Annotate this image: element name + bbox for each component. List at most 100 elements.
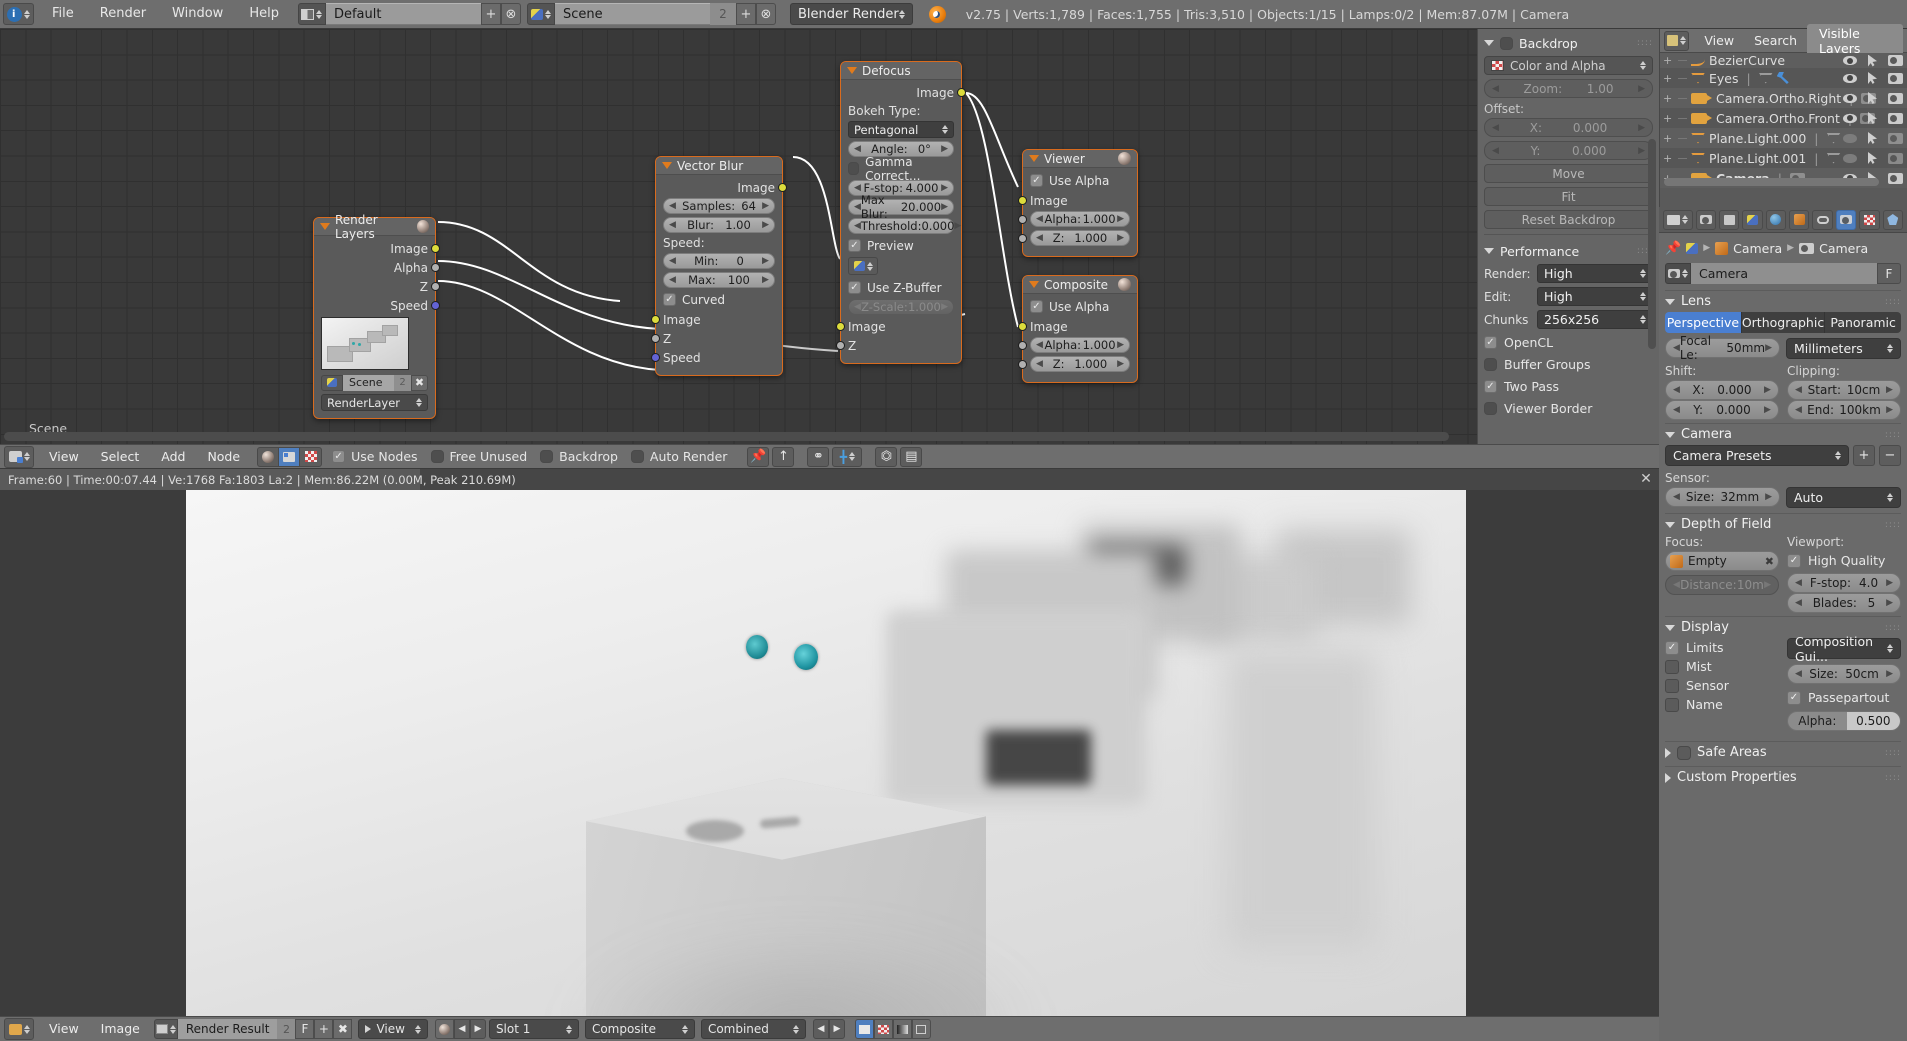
selectability-icon[interactable] (1868, 54, 1877, 67)
checkbox-icon[interactable]: ✓ (1030, 300, 1043, 313)
scene-icon[interactable] (1686, 242, 1699, 254)
node-scene-selector[interactable]: Scene 2 ✖ (321, 374, 428, 391)
panel-header-performance[interactable]: Performance :::: (1484, 241, 1653, 261)
socket-alpha-in[interactable] (1018, 341, 1027, 350)
tab-render-layers[interactable] (1718, 209, 1740, 230)
renderability-icon[interactable] (1888, 172, 1903, 184)
increment-arrow-icon[interactable]: ▶ (1886, 598, 1893, 608)
field-passepartout-alpha[interactable]: Alpha: 0.500 (1787, 711, 1901, 731)
chunks-dropdown[interactable]: 256x256 (1537, 310, 1653, 329)
field-z[interactable]: ◀ Z: 1.000 ▶ (1030, 356, 1130, 372)
increment-arrow-icon[interactable]: ▶ (1117, 233, 1124, 243)
decrement-arrow-icon[interactable]: ◀ (669, 201, 676, 211)
field-clip-end[interactable]: ◀ End: 100km ▶ (1787, 400, 1901, 420)
decrement-arrow-icon[interactable]: ◀ (854, 144, 861, 154)
screen-layout-selector[interactable]: Default + ⊗ (297, 3, 521, 25)
panel-header-lens[interactable]: Lens :::: (1665, 290, 1901, 312)
texture-nodes-icon[interactable] (300, 448, 321, 466)
node-header[interactable]: Viewer (1023, 150, 1137, 168)
tab-texture[interactable] (1859, 209, 1880, 230)
checkbox-buffer-groups[interactable]: Buffer Groups (1484, 355, 1653, 373)
blender-menu-button[interactable]: i (3, 3, 34, 25)
dof-focus-object-field[interactable]: Empty ✖ (1665, 551, 1779, 571)
field-sensor-size[interactable]: ◀ Size: 32mm ▶ (1665, 487, 1780, 507)
increment-arrow-icon[interactable]: ▶ (1117, 214, 1124, 224)
collapse-triangle-icon[interactable] (662, 162, 672, 169)
outliner-horizontal-scrollbar[interactable] (1664, 178, 1879, 186)
decrement-arrow-icon[interactable]: ◀ (1795, 405, 1802, 415)
breadcrumb-object[interactable]: Camera (1733, 241, 1782, 256)
image-name[interactable]: Render Result (177, 1019, 278, 1039)
editor-type-button[interactable] (4, 445, 34, 468)
add-preset-button[interactable]: + (1853, 445, 1875, 466)
decrement-arrow-icon[interactable]: ◀ (1036, 214, 1043, 224)
socket-z-in[interactable] (836, 341, 845, 350)
decrement-arrow-icon[interactable]: ◀ (854, 221, 861, 231)
dropdown-bokeh-type[interactable]: Pentagonal (848, 121, 954, 138)
image-unlink-button[interactable]: ✖ (333, 1019, 353, 1039)
pass-dropdown[interactable]: Combined (700, 1019, 806, 1039)
list-item[interactable]: + Eyes | (1660, 68, 1907, 88)
checkbox-limits[interactable]: ✓ Limits (1665, 638, 1779, 657)
selectability-icon[interactable] (1868, 152, 1877, 164)
renderability-icon[interactable] (1888, 132, 1903, 144)
node-composite[interactable]: Composite ✓ Use Alpha Image ◀ Alpha: 1.0… (1018, 275, 1138, 383)
decrement-arrow-icon[interactable]: ◀ (1795, 598, 1802, 608)
shader-type-toggle-group[interactable] (257, 446, 323, 467)
renderability-icon[interactable] (1888, 152, 1903, 164)
checkbox-icon[interactable]: ✓ (1787, 553, 1801, 568)
preview-sphere-icon[interactable] (1118, 152, 1131, 165)
field-threshold[interactable]: ◀ Threshold: 0.000 ▶ (848, 218, 961, 234)
node-menu-select[interactable]: Select (90, 447, 151, 467)
checkbox-passepartout[interactable]: ✓ Passepartout (1787, 688, 1901, 707)
material-nodes-icon[interactable] (258, 447, 280, 466)
delete-scene-button[interactable]: ⊗ (755, 3, 776, 25)
backdrop-offset-y-field[interactable]: ◀ Y: 0.000 ▶ (1484, 141, 1653, 160)
increment-arrow-icon[interactable]: ▶ (762, 201, 769, 211)
field-max-blur[interactable]: ◀ Max Blur: 20.000 ▶ (848, 193, 954, 221)
tab-scene[interactable] (1742, 209, 1763, 230)
image-new-button[interactable]: + (314, 1019, 334, 1039)
selectability-icon[interactable] (1868, 92, 1877, 104)
node-editor-horizontal-scrollbar[interactable] (4, 432, 1449, 441)
render-display-mode-icon[interactable] (434, 1019, 454, 1039)
collapse-triangle-icon[interactable] (847, 67, 857, 74)
field-samples[interactable]: ◀ Samples: 64 ▶ (663, 198, 775, 214)
next-slot-button[interactable]: ▶ (469, 1019, 486, 1039)
preview-sphere-icon[interactable] (1118, 278, 1131, 291)
checkbox-two-pass[interactable]: ✓ Two Pass (1484, 377, 1653, 395)
snap-magnet-icon[interactable]: ⚭ (807, 446, 830, 467)
checkbox-use-alpha[interactable]: ✓ Use Alpha (1030, 298, 1130, 315)
checkbox-icon[interactable]: ✓ (1787, 690, 1801, 705)
visibility-icon[interactable] (1843, 133, 1857, 143)
backdrop-fit-button[interactable]: Fit (1484, 187, 1653, 206)
panel-header-safe-areas[interactable]: Safe Areas :::: (1665, 741, 1901, 763)
tab-physics[interactable] (1882, 209, 1903, 230)
increment-arrow-icon[interactable]: ▶ (762, 256, 769, 266)
add-layout-button[interactable]: + (480, 3, 501, 25)
edit-quality-dropdown[interactable]: High (1537, 287, 1653, 306)
render-result-canvas[interactable] (186, 490, 1466, 1016)
backdrop-enable-checkbox[interactable] (1500, 36, 1513, 50)
backdrop-reset-button[interactable]: Reset Backdrop (1484, 210, 1653, 229)
image-datablock-selector[interactable]: Render Result 2 F + ✖ (153, 1019, 353, 1039)
checkbox-icon[interactable] (1665, 659, 1679, 674)
increment-arrow-icon[interactable]: ▶ (1638, 146, 1645, 156)
display-channels-alpha-icon[interactable] (873, 1019, 893, 1039)
node-scene-picker-button[interactable] (848, 257, 878, 275)
menu-file[interactable]: File (39, 3, 87, 25)
collapse-triangle-icon[interactable] (1665, 431, 1675, 438)
list-item[interactable]: + Camera.Ortho.Front | (1660, 108, 1907, 128)
checkbox-icon[interactable]: ✓ (1030, 174, 1043, 187)
visibility-icon[interactable] (1843, 113, 1857, 123)
lens-unit-dropdown[interactable]: Millimeters (1786, 338, 1901, 359)
add-scene-button[interactable]: + (735, 3, 756, 25)
node-defocus[interactable]: Defocus Image Bokeh Type: Pentagonal ◀ A… (836, 61, 966, 364)
safe-areas-enable-checkbox[interactable] (1677, 745, 1691, 760)
checkbox-mist[interactable]: Mist (1665, 657, 1779, 676)
mesh-data-icon[interactable] (1826, 132, 1841, 144)
field-alpha[interactable]: ◀ Alpha: 1.000 ▶ (1030, 211, 1130, 227)
list-item[interactable]: + Camera.Ortho.Right | (1660, 88, 1907, 108)
socket-image-in[interactable] (836, 322, 845, 331)
modifier-wrench-icon[interactable] (1776, 72, 1789, 84)
